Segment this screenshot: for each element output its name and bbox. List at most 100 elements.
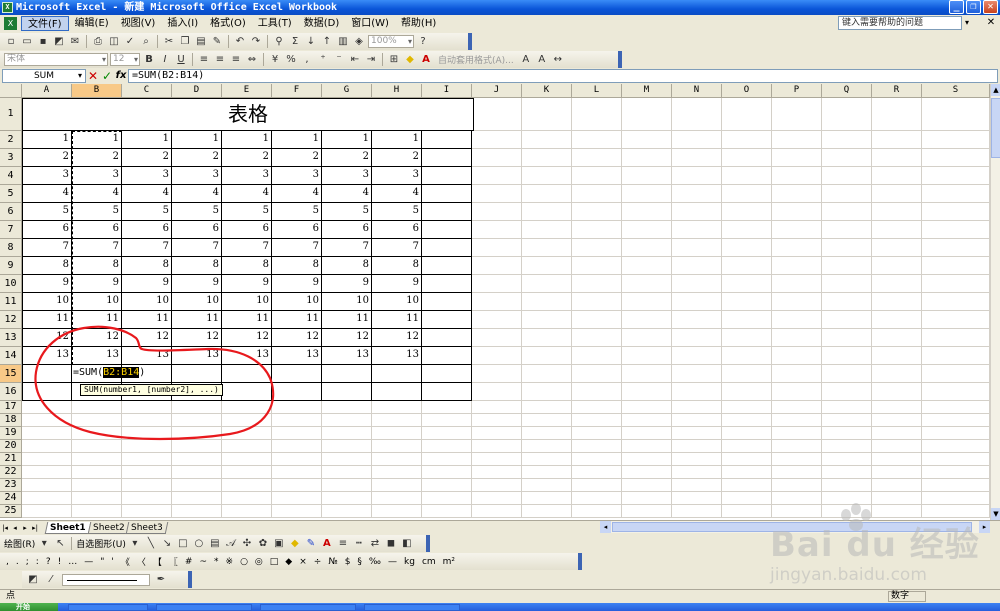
line-icon[interactable]: ╲ bbox=[144, 537, 158, 551]
cell-h25[interactable] bbox=[372, 505, 422, 518]
cell-c23[interactable] bbox=[122, 479, 172, 492]
cell-q18[interactable] bbox=[822, 414, 872, 427]
row-header-10[interactable]: 10 bbox=[0, 275, 22, 293]
cell-c20[interactable] bbox=[122, 440, 172, 453]
sort-descending-icon[interactable]: ↑ bbox=[320, 35, 334, 49]
sheet-tab-1[interactable]: Sheet1 bbox=[44, 521, 91, 534]
cell-f9[interactable]: 8 bbox=[272, 257, 322, 275]
cell-f4[interactable]: 3 bbox=[272, 167, 322, 185]
help-search-input[interactable]: 键入需要帮助的问题 bbox=[838, 16, 962, 30]
cell-e5[interactable]: 4 bbox=[222, 185, 272, 203]
function-argument-tooltip[interactable]: SUM(number1, [number2], ...) bbox=[80, 384, 223, 396]
cell-s17[interactable] bbox=[922, 401, 990, 414]
cell-q10[interactable] bbox=[822, 275, 872, 293]
cell-m7[interactable] bbox=[622, 221, 672, 239]
copy-icon[interactable]: ❐ bbox=[178, 35, 192, 49]
cell-f23[interactable] bbox=[272, 479, 322, 492]
cell-c3[interactable]: 2 bbox=[122, 149, 172, 167]
spelling-icon[interactable]: ✓ bbox=[123, 35, 137, 49]
symbol-button[interactable]: ' bbox=[111, 557, 113, 567]
cell-o2[interactable] bbox=[722, 131, 772, 149]
symbol-button[interactable]: ~ bbox=[199, 557, 207, 567]
research-icon[interactable]: ⌕ bbox=[139, 35, 153, 49]
cell-m14[interactable] bbox=[622, 347, 672, 365]
cell-d10[interactable]: 9 bbox=[172, 275, 222, 293]
cell-a21[interactable] bbox=[22, 453, 72, 466]
cell-m8[interactable] bbox=[622, 239, 672, 257]
cell-b2[interactable]: 1 bbox=[72, 131, 122, 149]
cell-m4[interactable] bbox=[622, 167, 672, 185]
cell-p14[interactable] bbox=[772, 347, 822, 365]
cell-d17[interactable] bbox=[172, 401, 222, 414]
row-header-9[interactable]: 9 bbox=[0, 257, 22, 275]
font-color-icon[interactable]: A bbox=[419, 53, 433, 67]
cell-o12[interactable] bbox=[722, 311, 772, 329]
minimize-button[interactable]: _ bbox=[949, 0, 964, 14]
cell-b9[interactable]: 8 bbox=[72, 257, 122, 275]
cell-d8[interactable]: 7 bbox=[172, 239, 222, 257]
cell-r4[interactable] bbox=[872, 167, 922, 185]
cell-l1[interactable] bbox=[572, 98, 622, 131]
cell-o7[interactable] bbox=[722, 221, 772, 239]
cell-g9[interactable]: 8 bbox=[322, 257, 372, 275]
cell-r21[interactable] bbox=[872, 453, 922, 466]
cell-d14[interactable]: 13 bbox=[172, 347, 222, 365]
cell-d23[interactable] bbox=[172, 479, 222, 492]
formula-input[interactable]: =SUM(B2:B14) bbox=[128, 69, 998, 83]
cell-o1[interactable] bbox=[722, 98, 772, 131]
cell-n7[interactable] bbox=[672, 221, 722, 239]
cell-o21[interactable] bbox=[722, 453, 772, 466]
cell-k25[interactable] bbox=[522, 505, 572, 518]
cell-k17[interactable] bbox=[522, 401, 572, 414]
cell-q1[interactable] bbox=[822, 98, 872, 131]
cell-n25[interactable] bbox=[672, 505, 722, 518]
cell-m17[interactable] bbox=[622, 401, 672, 414]
text-direction-icon[interactable]: ↔ bbox=[551, 53, 565, 67]
cell-b14[interactable]: 13 bbox=[72, 347, 122, 365]
cell-q17[interactable] bbox=[822, 401, 872, 414]
cell-a10[interactable]: 9 bbox=[22, 275, 72, 293]
cell-m13[interactable] bbox=[622, 329, 672, 347]
decrease-indent-icon[interactable]: ⇤ bbox=[348, 53, 362, 67]
cell-q23[interactable] bbox=[822, 479, 872, 492]
cell-e13[interactable]: 12 bbox=[222, 329, 272, 347]
cell-k8[interactable] bbox=[522, 239, 572, 257]
cell-n4[interactable] bbox=[672, 167, 722, 185]
cell-l13[interactable] bbox=[572, 329, 622, 347]
cell-n21[interactable] bbox=[672, 453, 722, 466]
cell-d21[interactable] bbox=[172, 453, 222, 466]
redo-icon[interactable]: ↷ bbox=[249, 35, 263, 49]
cell-m10[interactable] bbox=[622, 275, 672, 293]
cell-e14[interactable]: 13 bbox=[222, 347, 272, 365]
cell-i24[interactable] bbox=[422, 492, 472, 505]
cell-b7[interactable]: 6 bbox=[72, 221, 122, 239]
cell-s19[interactable] bbox=[922, 427, 990, 440]
cell-j16[interactable] bbox=[472, 383, 522, 401]
cell-a8[interactable]: 7 bbox=[22, 239, 72, 257]
cell-k6[interactable] bbox=[522, 203, 572, 221]
cell-s23[interactable] bbox=[922, 479, 990, 492]
currency-icon[interactable]: ¥ bbox=[268, 53, 282, 67]
cell-i6[interactable] bbox=[422, 203, 472, 221]
cell-c24[interactable] bbox=[122, 492, 172, 505]
cell-k7[interactable] bbox=[522, 221, 572, 239]
cell-j9[interactable] bbox=[472, 257, 522, 275]
cell-h3[interactable]: 2 bbox=[372, 149, 422, 167]
shadow-icon[interactable]: ◼ bbox=[384, 537, 398, 551]
cell-q9[interactable] bbox=[822, 257, 872, 275]
cell-c6[interactable]: 5 bbox=[122, 203, 172, 221]
cell-k23[interactable] bbox=[522, 479, 572, 492]
cell-f22[interactable] bbox=[272, 466, 322, 479]
cell-b23[interactable] bbox=[72, 479, 122, 492]
vertical-scroll-thumb[interactable] bbox=[991, 98, 1000, 158]
cell-l6[interactable] bbox=[572, 203, 622, 221]
cell-i9[interactable] bbox=[422, 257, 472, 275]
cell-b22[interactable] bbox=[72, 466, 122, 479]
cell-r6[interactable] bbox=[872, 203, 922, 221]
cell-s4[interactable] bbox=[922, 167, 990, 185]
cell-h5[interactable]: 4 bbox=[372, 185, 422, 203]
help-icon[interactable]: ? bbox=[416, 35, 430, 49]
cell-p4[interactable] bbox=[772, 167, 822, 185]
row-header-16[interactable]: 16 bbox=[0, 383, 22, 401]
cell-l9[interactable] bbox=[572, 257, 622, 275]
